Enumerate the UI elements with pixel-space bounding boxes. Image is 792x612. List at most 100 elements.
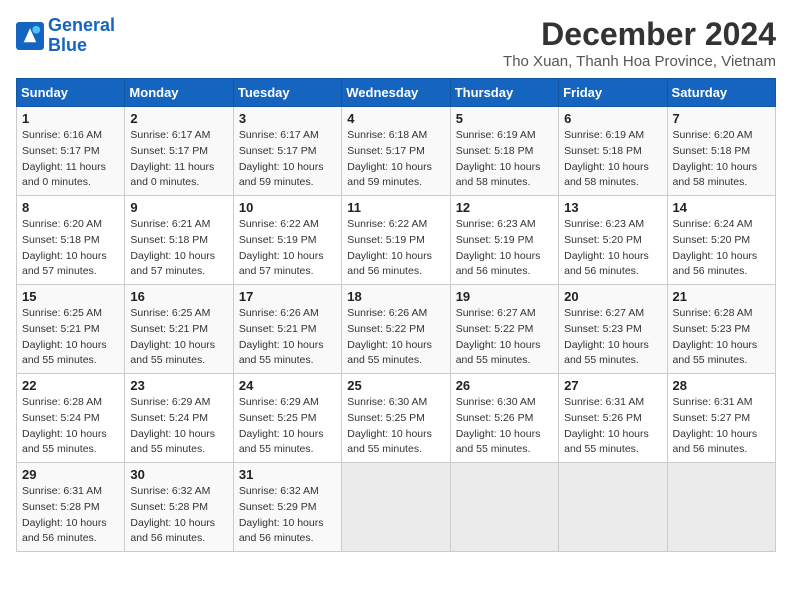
sunrise-label: Sunrise: 6:31 AM (564, 396, 644, 408)
sunset-label: Sunset: 5:18 PM (130, 234, 208, 246)
day-info: Sunrise: 6:30 AM Sunset: 5:25 PM Dayligh… (347, 395, 444, 458)
day-info: Sunrise: 6:22 AM Sunset: 5:19 PM Dayligh… (239, 217, 336, 280)
daylight-label: Daylight: 10 hours and 56 minutes. (456, 250, 541, 278)
calendar-header-row: SundayMondayTuesdayWednesdayThursdayFrid… (17, 79, 776, 107)
day-cell: 2 Sunrise: 6:17 AM Sunset: 5:17 PM Dayli… (125, 107, 233, 196)
day-info: Sunrise: 6:19 AM Sunset: 5:18 PM Dayligh… (456, 128, 553, 191)
logo: General Blue (16, 16, 115, 56)
sunset-label: Sunset: 5:21 PM (239, 323, 317, 335)
day-number: 8 (22, 200, 119, 215)
day-cell: 13 Sunrise: 6:23 AM Sunset: 5:20 PM Dayl… (559, 196, 667, 285)
day-cell: 12 Sunrise: 6:23 AM Sunset: 5:19 PM Dayl… (450, 196, 558, 285)
daylight-label: Daylight: 10 hours and 56 minutes. (130, 517, 215, 545)
daylight-label: Daylight: 10 hours and 55 minutes. (239, 339, 324, 367)
daylight-label: Daylight: 10 hours and 55 minutes. (456, 339, 541, 367)
sunrise-label: Sunrise: 6:19 AM (456, 129, 536, 141)
sunrise-label: Sunrise: 6:28 AM (673, 307, 753, 319)
logo-line1: General (48, 15, 115, 35)
day-cell: 5 Sunrise: 6:19 AM Sunset: 5:18 PM Dayli… (450, 107, 558, 196)
day-number: 29 (22, 467, 119, 482)
day-cell: 30 Sunrise: 6:32 AM Sunset: 5:28 PM Dayl… (125, 463, 233, 552)
day-number: 16 (130, 289, 227, 304)
day-info: Sunrise: 6:23 AM Sunset: 5:20 PM Dayligh… (564, 217, 661, 280)
day-number: 13 (564, 200, 661, 215)
day-info: Sunrise: 6:17 AM Sunset: 5:17 PM Dayligh… (239, 128, 336, 191)
day-cell: 1 Sunrise: 6:16 AM Sunset: 5:17 PM Dayli… (17, 107, 125, 196)
day-number: 3 (239, 111, 336, 126)
sunrise-label: Sunrise: 6:18 AM (347, 129, 427, 141)
week-row-5: 29 Sunrise: 6:31 AM Sunset: 5:28 PM Dayl… (17, 463, 776, 552)
day-cell: 31 Sunrise: 6:32 AM Sunset: 5:29 PM Dayl… (233, 463, 341, 552)
day-number: 2 (130, 111, 227, 126)
sunrise-label: Sunrise: 6:23 AM (564, 218, 644, 230)
day-number: 5 (456, 111, 553, 126)
day-info: Sunrise: 6:32 AM Sunset: 5:29 PM Dayligh… (239, 484, 336, 547)
sunrise-label: Sunrise: 6:25 AM (22, 307, 102, 319)
day-info: Sunrise: 6:20 AM Sunset: 5:18 PM Dayligh… (673, 128, 770, 191)
day-cell: 21 Sunrise: 6:28 AM Sunset: 5:23 PM Dayl… (667, 285, 775, 374)
calendar-table: SundayMondayTuesdayWednesdayThursdayFrid… (16, 78, 776, 552)
logo-line2: Blue (48, 35, 87, 55)
day-cell: 17 Sunrise: 6:26 AM Sunset: 5:21 PM Dayl… (233, 285, 341, 374)
sunset-label: Sunset: 5:25 PM (347, 412, 425, 424)
sunrise-label: Sunrise: 6:21 AM (130, 218, 210, 230)
day-number: 14 (673, 200, 770, 215)
day-number: 17 (239, 289, 336, 304)
sunset-label: Sunset: 5:19 PM (456, 234, 534, 246)
day-info: Sunrise: 6:20 AM Sunset: 5:18 PM Dayligh… (22, 217, 119, 280)
day-info: Sunrise: 6:31 AM Sunset: 5:26 PM Dayligh… (564, 395, 661, 458)
daylight-label: Daylight: 10 hours and 56 minutes. (239, 517, 324, 545)
daylight-label: Daylight: 10 hours and 56 minutes. (347, 250, 432, 278)
sunset-label: Sunset: 5:17 PM (239, 145, 317, 157)
daylight-label: Daylight: 10 hours and 57 minutes. (130, 250, 215, 278)
column-header-tuesday: Tuesday (233, 79, 341, 107)
day-number: 30 (130, 467, 227, 482)
sunrise-label: Sunrise: 6:20 AM (673, 129, 753, 141)
daylight-label: Daylight: 10 hours and 55 minutes. (347, 339, 432, 367)
day-cell: 23 Sunrise: 6:29 AM Sunset: 5:24 PM Dayl… (125, 374, 233, 463)
sunrise-label: Sunrise: 6:22 AM (347, 218, 427, 230)
day-cell: 4 Sunrise: 6:18 AM Sunset: 5:17 PM Dayli… (342, 107, 450, 196)
sunset-label: Sunset: 5:21 PM (130, 323, 208, 335)
sunrise-label: Sunrise: 6:25 AM (130, 307, 210, 319)
day-number: 11 (347, 200, 444, 215)
daylight-label: Daylight: 10 hours and 57 minutes. (22, 250, 107, 278)
daylight-label: Daylight: 10 hours and 59 minutes. (347, 161, 432, 189)
day-info: Sunrise: 6:18 AM Sunset: 5:17 PM Dayligh… (347, 128, 444, 191)
daylight-label: Daylight: 10 hours and 56 minutes. (673, 250, 758, 278)
sunset-label: Sunset: 5:27 PM (673, 412, 751, 424)
daylight-label: Daylight: 11 hours and 0 minutes. (22, 161, 106, 189)
sunset-label: Sunset: 5:28 PM (22, 501, 100, 513)
daylight-label: Daylight: 10 hours and 55 minutes. (564, 428, 649, 456)
day-info: Sunrise: 6:23 AM Sunset: 5:19 PM Dayligh… (456, 217, 553, 280)
daylight-label: Daylight: 10 hours and 55 minutes. (130, 428, 215, 456)
day-cell: 24 Sunrise: 6:29 AM Sunset: 5:25 PM Dayl… (233, 374, 341, 463)
day-cell: 18 Sunrise: 6:26 AM Sunset: 5:22 PM Dayl… (342, 285, 450, 374)
sunset-label: Sunset: 5:24 PM (22, 412, 100, 424)
day-cell (342, 463, 450, 552)
daylight-label: Daylight: 10 hours and 55 minutes. (22, 428, 107, 456)
day-number: 9 (130, 200, 227, 215)
sunset-label: Sunset: 5:18 PM (22, 234, 100, 246)
day-number: 21 (673, 289, 770, 304)
sunrise-label: Sunrise: 6:16 AM (22, 129, 102, 141)
day-cell: 28 Sunrise: 6:31 AM Sunset: 5:27 PM Dayl… (667, 374, 775, 463)
day-number: 6 (564, 111, 661, 126)
day-info: Sunrise: 6:22 AM Sunset: 5:19 PM Dayligh… (347, 217, 444, 280)
day-cell: 6 Sunrise: 6:19 AM Sunset: 5:18 PM Dayli… (559, 107, 667, 196)
sunset-label: Sunset: 5:23 PM (564, 323, 642, 335)
day-cell: 20 Sunrise: 6:27 AM Sunset: 5:23 PM Dayl… (559, 285, 667, 374)
day-info: Sunrise: 6:16 AM Sunset: 5:17 PM Dayligh… (22, 128, 119, 191)
day-cell: 22 Sunrise: 6:28 AM Sunset: 5:24 PM Dayl… (17, 374, 125, 463)
day-number: 12 (456, 200, 553, 215)
sunset-label: Sunset: 5:19 PM (239, 234, 317, 246)
day-cell (667, 463, 775, 552)
column-header-monday: Monday (125, 79, 233, 107)
day-cell: 27 Sunrise: 6:31 AM Sunset: 5:26 PM Dayl… (559, 374, 667, 463)
sunrise-label: Sunrise: 6:17 AM (239, 129, 319, 141)
column-header-wednesday: Wednesday (342, 79, 450, 107)
sunrise-label: Sunrise: 6:17 AM (130, 129, 210, 141)
day-cell: 15 Sunrise: 6:25 AM Sunset: 5:21 PM Dayl… (17, 285, 125, 374)
day-cell (450, 463, 558, 552)
day-cell: 19 Sunrise: 6:27 AM Sunset: 5:22 PM Dayl… (450, 285, 558, 374)
